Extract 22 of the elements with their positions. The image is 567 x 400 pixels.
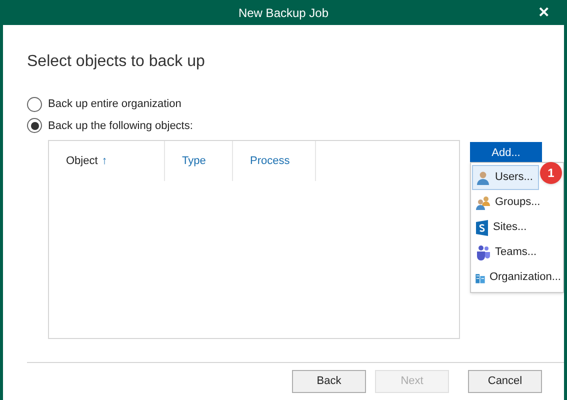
add-button[interactable]: Add...	[470, 142, 542, 164]
column-header[interactable]: Type	[165, 141, 233, 181]
team-icon	[475, 244, 491, 260]
page-heading: Select objects to back up	[27, 52, 206, 72]
menu-item[interactable]: Sites...	[472, 215, 562, 240]
user-icon	[475, 170, 491, 186]
column-header[interactable]: Process	[233, 141, 316, 181]
window-title: New Backup Job	[238, 4, 329, 22]
dialog-button[interactable]: Back	[292, 370, 366, 393]
radio-label: Back up the following objects:	[48, 118, 193, 134]
menu-item[interactable]: Users...	[472, 165, 539, 190]
dialog-button[interactable]: Cancel	[468, 370, 542, 393]
menu-item[interactable]: Organization...	[472, 265, 562, 290]
radio-label: Back up entire organization	[48, 97, 182, 112]
menu-item[interactable]: Groups...	[472, 190, 562, 215]
radio-button[interactable]	[27, 96, 42, 112]
column-header[interactable]: Object ↑	[49, 141, 165, 181]
people-icon	[475, 194, 491, 210]
radio-button[interactable]	[27, 118, 42, 134]
close-button[interactable]: ✕	[538, 3, 550, 21]
menu-item[interactable]: Teams...	[472, 240, 562, 265]
s-logo-icon	[475, 220, 489, 236]
